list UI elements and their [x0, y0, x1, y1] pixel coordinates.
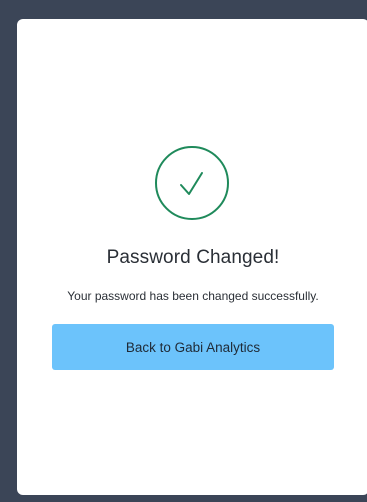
back-to-app-button[interactable]: Back to Gabi Analytics [52, 324, 334, 370]
success-card: Password Changed! Your password has been… [17, 19, 367, 495]
page-title: Password Changed! [106, 247, 280, 268]
check-circle-icon [154, 145, 230, 221]
success-message: Your password has been changed successfu… [67, 289, 319, 303]
